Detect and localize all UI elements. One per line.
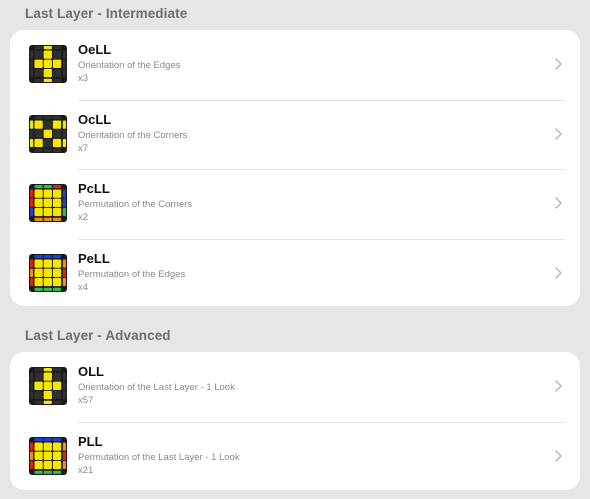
pell-cube-icon [29,253,67,292]
item-subtitle: Orientation of the Corners [78,129,188,141]
list-item-pell[interactable]: PeLL Permutation of the Edges x4 [10,238,580,307]
list-item-oll[interactable]: OLL Orientation of the Last Layer - 1 Lo… [10,352,580,422]
item-subtitle: Orientation of the Edges [78,60,181,71]
chevron-right-icon [555,449,562,462]
list-item-pll[interactable]: PLL Permutation of the Last Layer - 1 Lo… [10,421,580,491]
oll-cube-icon [29,367,67,405]
pcll-cube-icon [29,184,67,222]
intermediate-card: OeLL Orientation of the Edges x3 OcLL Or… [10,30,580,306]
chevron-right-icon [555,58,562,70]
item-title: OeLL [78,42,112,57]
chevron-right-icon [555,380,562,392]
item-count: x3 [78,73,89,84]
chevron-right-icon [555,127,562,140]
list-item-ocll[interactable]: OcLL Orientation of the Corners x7 [10,99,580,170]
pll-cube-icon [29,436,67,475]
chevron-right-icon [555,266,562,279]
item-subtitle: Permutation of the Edges [78,268,186,280]
section-header-advanced: Last Layer - Advanced [25,328,171,343]
item-title: OLL [78,364,104,379]
item-count: x57 [78,395,94,406]
ocll-cube-icon [29,114,67,153]
item-title: PcLL [78,181,110,196]
section-header-intermediate: Last Layer - Intermediate [25,6,188,21]
item-count: x21 [78,464,94,476]
item-count: x4 [78,281,89,293]
item-subtitle: Orientation of the Last Layer - 1 Look [78,382,235,393]
list-item-oell[interactable]: OeLL Orientation of the Edges x3 [10,30,580,100]
list-item-pcll[interactable]: PcLL Permutation of the Corners x2 [10,169,580,239]
chevron-right-icon [555,197,562,209]
item-count: x2 [78,212,89,223]
item-title: PLL [78,433,103,449]
oell-cube-icon [29,45,67,83]
item-count: x7 [78,142,89,154]
item-title: PeLL [78,250,110,266]
item-subtitle: Permutation of the Corners [78,199,193,210]
advanced-card: OLL Orientation of the Last Layer - 1 Lo… [10,352,580,490]
item-title: OcLL [78,111,112,127]
item-subtitle: Permutation of the Last Layer - 1 Look [78,451,240,463]
